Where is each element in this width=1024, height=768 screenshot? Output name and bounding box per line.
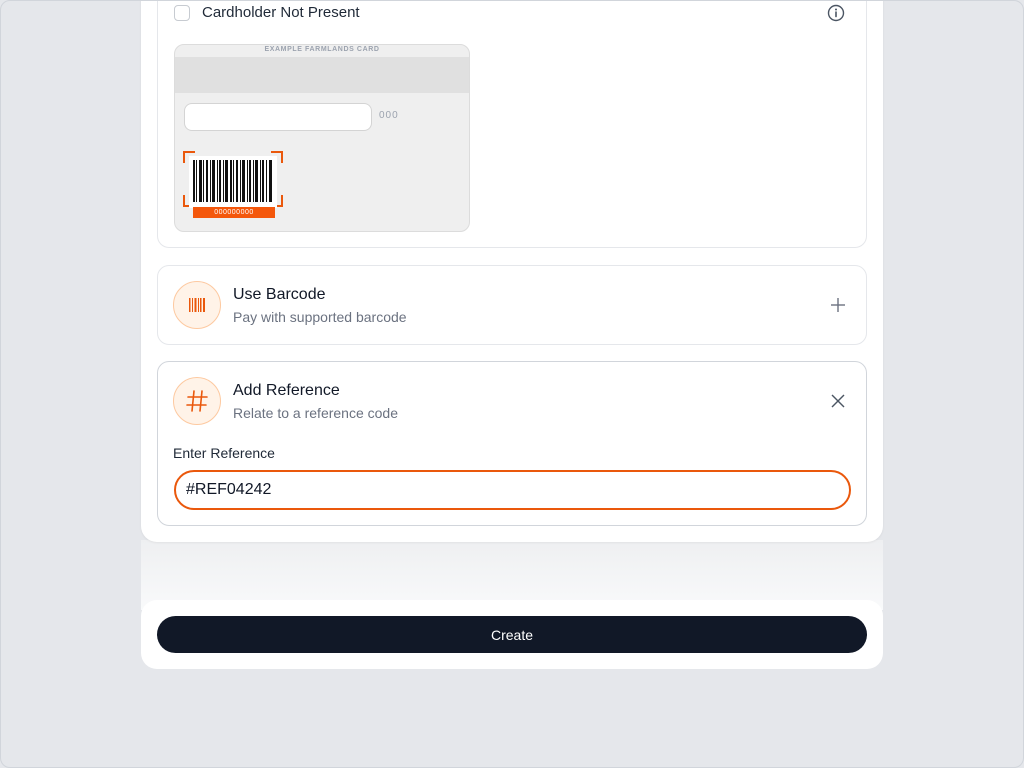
cardholder-card: Cardholder Not Present EXAMPLE FARMLANDS… (157, 0, 867, 248)
use-barcode-option[interactable]: Use Barcode Pay with supported barcode (157, 265, 867, 345)
example-card-illustration: EXAMPLE FARMLANDS CARD 000 000000000 (174, 44, 470, 232)
cardholder-not-present-label: Cardholder Not Present (202, 4, 360, 21)
signature-box (184, 103, 372, 131)
create-button[interactable]: Create (157, 616, 867, 653)
magnetic-stripe (175, 57, 469, 93)
add-reference-option: Add Reference Relate to a reference code… (157, 361, 867, 526)
barcode-number: 000000000 (193, 207, 275, 218)
close-icon[interactable] (830, 393, 846, 409)
add-reference-subtitle: Relate to a reference code (233, 405, 398, 421)
reference-input[interactable] (174, 470, 851, 510)
use-barcode-title: Use Barcode (233, 286, 326, 303)
barcode-icon (173, 281, 221, 329)
use-barcode-subtitle: Pay with supported barcode (233, 309, 407, 325)
footer-panel: Create (141, 600, 883, 669)
add-reference-title: Add Reference (233, 382, 340, 399)
card-barcode: 000000000 (183, 151, 283, 221)
cardholder-not-present-checkbox[interactable] (174, 5, 190, 21)
hash-icon (173, 377, 221, 425)
plus-icon[interactable] (830, 297, 846, 313)
barcode-icon (189, 156, 277, 208)
cvv-placeholder: 000 (379, 110, 399, 121)
enter-reference-label: Enter Reference (173, 445, 275, 461)
example-card-title: EXAMPLE FARMLANDS CARD (264, 46, 380, 53)
payment-options-panel: Cardholder Not Present EXAMPLE FARMLANDS… (141, 0, 883, 542)
info-icon[interactable] (827, 4, 845, 22)
